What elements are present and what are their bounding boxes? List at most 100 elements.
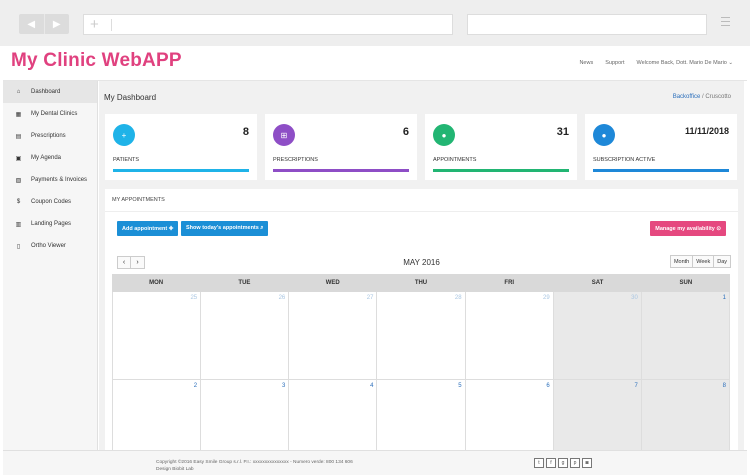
weekday-header: SUN — [679, 280, 693, 286]
copyright-text: Copyright ©2016 Easy Smile Group s.r.l. … — [156, 460, 353, 465]
day-number: 5 — [458, 383, 462, 389]
view-month-button[interactable]: Month — [669, 255, 694, 268]
back-arrow-icon[interactable]: ◀ — [19, 14, 45, 34]
stat-value: 11/11/2018 — [684, 126, 729, 136]
browser-nav-buttons: ◀ ▶ — [19, 14, 69, 34]
calendar-day-cell[interactable]: 1 — [641, 292, 730, 380]
weekday-header: TUE — [238, 280, 251, 286]
address-bar[interactable]: + — [83, 14, 453, 35]
footer-copyright: Copyright ©2016 Easy Smile Group s.r.l. … — [156, 459, 353, 473]
google-plus-icon[interactable]: g — [558, 458, 568, 468]
dollar-icon: $ — [16, 199, 21, 205]
sidebar-item-label: Dashboard — [31, 89, 61, 95]
stat-label: APPOINTMENTS — [433, 157, 477, 163]
sidebar-item-coupon-codes[interactable]: $ Coupon Codes — [3, 191, 97, 213]
mobile-icon: ▯ — [16, 243, 21, 250]
sidebar-item-label: Ortho Viewer — [31, 243, 66, 249]
calendar-day-cell[interactable]: 25 — [112, 292, 202, 380]
divider — [105, 211, 738, 212]
main-content: My Dashboard Backoffice / Cruscotto +8 PA… — [99, 81, 744, 468]
day-number: 26 — [278, 295, 286, 301]
calendar-day-cell[interactable]: 27 — [289, 292, 378, 380]
facebook-icon[interactable]: f — [546, 458, 556, 468]
day-number: 28 — [454, 295, 462, 301]
calendar-day-cell[interactable]: 28 — [377, 292, 466, 380]
appointments-title: MY APPOINTMENTS — [112, 197, 165, 203]
show-today-appointments-button[interactable]: Show today's appointments ⌕ — [181, 221, 269, 236]
sidebar-item-label: My Agenda — [31, 155, 62, 161]
calendar-week-row: 25 26 27 28 29 30 1 — [112, 292, 730, 380]
add-appointment-button[interactable]: Add appointment ✚ — [117, 221, 179, 236]
new-tab-plus-icon[interactable]: + — [90, 16, 99, 34]
browser-search-bar[interactable] — [467, 14, 707, 35]
browser-chrome: ◀ ▶ + — [0, 0, 750, 46]
view-day-button[interactable]: Day — [714, 255, 731, 268]
user-menu[interactable]: Welcome Back, Dott. Mario De Mario ⌄ — [636, 60, 733, 66]
day-number: 1 — [722, 295, 726, 301]
day-number: 2 — [193, 383, 198, 389]
twitter-icon[interactable]: t — [534, 458, 544, 468]
sidebar-item-payments-invoices[interactable]: ▧ Payments & Invoices — [3, 169, 97, 191]
day-number: 6 — [546, 383, 550, 389]
sidebar: ⌂ Dashboard ▦ My Dental Clinics ▤ Prescriptio… — [3, 81, 98, 450]
nav-support-link[interactable]: Support — [605, 60, 624, 66]
calendar-day-cell[interactable]: 30 — [553, 292, 642, 380]
calendar-view-switcher: Month Week Day — [669, 255, 731, 268]
stat-label: PATIENTS — [113, 157, 140, 163]
pinterest-icon[interactable]: p — [570, 458, 580, 468]
sidebar-item-dashboard[interactable]: ⌂ Dashboard — [3, 81, 97, 103]
calendar-grid: MON TUE WED THU FRI SAT SUN 25 26 27 28 29 30 1 2 3 4 5 6… — [112, 274, 730, 468]
browser-menu-icon[interactable] — [721, 17, 730, 29]
day-number: 29 — [543, 295, 550, 301]
stat-card-patients[interactable]: +8 PATIENTS — [105, 114, 257, 180]
day-number: 8 — [722, 383, 726, 389]
home-icon: ⌂ — [16, 89, 21, 95]
stat-card-subscription-active[interactable]: ● 11/11/2018 SUBSCRIPTION ACTIVE — [585, 114, 737, 180]
stat-value: 8 — [242, 126, 249, 138]
sidebar-item-my-dental-clinics[interactable]: ▦ My Dental Clinics — [3, 103, 97, 125]
stat-underline — [593, 169, 729, 172]
footer: Copyright ©2016 Easy Smile Group s.r.l. … — [3, 450, 747, 475]
manage-availability-button[interactable]: Manage my availability ⊙ — [650, 221, 726, 236]
header-nav: News Support Welcome Back, Dott. Mario D… — [579, 60, 733, 66]
sidebar-item-label: My Dental Clinics — [31, 111, 78, 117]
building-icon: ▦ — [15, 111, 22, 118]
address-separator — [111, 19, 112, 31]
calendar-day-cell[interactable]: 26 — [201, 292, 290, 380]
stat-card-appointments[interactable]: ● 31 APPOINTMENTS — [425, 114, 577, 180]
day-number: 3 — [281, 383, 286, 389]
appointments-panel: MY APPOINTMENTS Add appointment ✚ Show t… — [105, 189, 738, 468]
invoice-icon: ▧ — [15, 177, 22, 184]
stat-underline — [433, 169, 569, 172]
day-number: 30 — [631, 295, 638, 301]
stat-card-prescriptions[interactable]: ⊞ 6 PRESCRIPTIONS — [265, 114, 417, 180]
nav-news-link[interactable]: News — [579, 60, 593, 66]
day-number: 7 — [634, 383, 638, 389]
weekday-header: WED — [325, 280, 340, 286]
stat-value: 6 — [402, 126, 409, 138]
calendar-day-cell[interactable]: 29 — [465, 292, 554, 380]
sidebar-item-my-agenda[interactable]: ▣ My Agenda — [3, 147, 97, 169]
weekday-header: SAT — [591, 280, 604, 286]
view-week-button[interactable]: Week — [693, 255, 715, 268]
stat-label: SUBSCRIPTION ACTIVE — [593, 157, 656, 163]
forward-arrow-icon[interactable]: ▶ — [45, 14, 70, 34]
chevron-down-icon: ⌄ — [728, 60, 733, 66]
stat-label: PRESCRIPTIONS — [273, 157, 318, 163]
sidebar-item-prescriptions[interactable]: ▤ Prescriptions — [3, 125, 97, 147]
sidebar-item-label: Prescriptions — [31, 133, 66, 139]
stat-value: 31 — [556, 126, 569, 138]
sidebar-item-landing-pages[interactable]: ▥ Landing Pages — [3, 213, 97, 235]
day-number: 25 — [190, 295, 198, 301]
sidebar-item-ortho-viewer[interactable]: ▯ Ortho Viewer — [3, 235, 97, 257]
weekday-header: THU — [414, 280, 428, 286]
sidebar-item-label: Landing Pages — [31, 221, 72, 227]
stat-underline — [113, 169, 249, 172]
instagram-icon[interactable]: ◙ — [582, 458, 592, 468]
breadcrumb-backoffice[interactable]: Backoffice — [673, 94, 701, 100]
breadcrumb: Backoffice / Cruscotto — [673, 94, 731, 100]
app-header: My Clinic WebAPP News Support Welcome Ba… — [3, 46, 747, 81]
design-credit[interactable]: Design Biobit Lab — [156, 466, 353, 473]
breadcrumb-separator: / — [701, 94, 704, 100]
calendar-icon: ▣ — [15, 155, 22, 162]
